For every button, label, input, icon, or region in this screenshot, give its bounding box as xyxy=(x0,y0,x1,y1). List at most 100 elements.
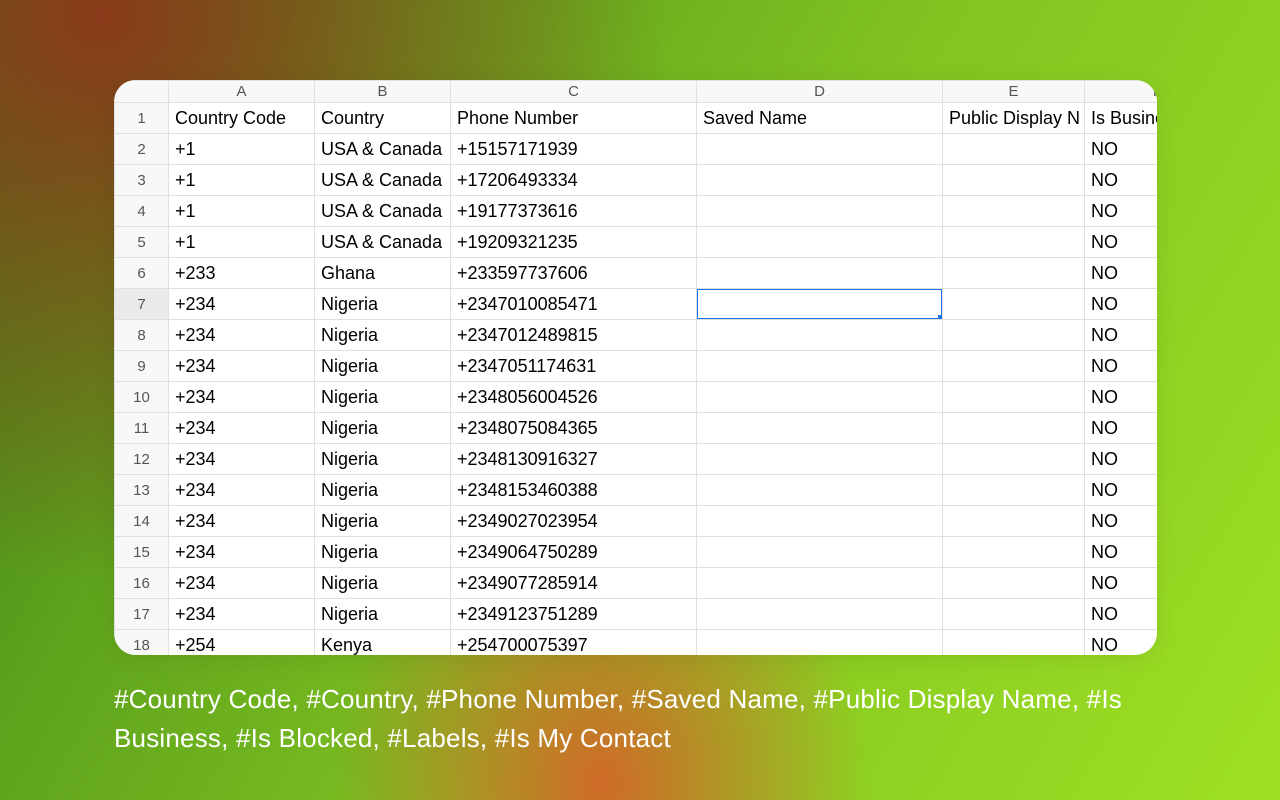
cell[interactable]: Nigeria xyxy=(315,537,451,568)
cell[interactable]: NO xyxy=(1085,444,1158,475)
cell[interactable]: +19209321235 xyxy=(451,227,697,258)
cell[interactable]: +254700075397 xyxy=(451,630,697,656)
row-header[interactable]: 1 xyxy=(115,103,169,134)
cell[interactable] xyxy=(943,568,1085,599)
cell[interactable]: Nigeria xyxy=(315,568,451,599)
cell[interactable] xyxy=(697,351,943,382)
row-header[interactable]: 3 xyxy=(115,165,169,196)
cell[interactable]: +234 xyxy=(169,382,315,413)
cell[interactable] xyxy=(697,599,943,630)
cell[interactable]: +19177373616 xyxy=(451,196,697,227)
cell[interactable]: +17206493334 xyxy=(451,165,697,196)
cell[interactable] xyxy=(697,475,943,506)
cell[interactable]: NO xyxy=(1085,320,1158,351)
cell[interactable]: +234 xyxy=(169,444,315,475)
cell[interactable]: +234 xyxy=(169,320,315,351)
cell[interactable] xyxy=(943,134,1085,165)
column-header-E[interactable]: E xyxy=(943,81,1085,103)
cell[interactable] xyxy=(943,382,1085,413)
cell[interactable]: +233 xyxy=(169,258,315,289)
row-header[interactable]: 17 xyxy=(115,599,169,630)
cell[interactable] xyxy=(697,444,943,475)
cell[interactable]: Nigeria xyxy=(315,475,451,506)
cell[interactable]: +234 xyxy=(169,568,315,599)
cell[interactable]: +1 xyxy=(169,134,315,165)
cell[interactable] xyxy=(943,196,1085,227)
row-header[interactable]: 8 xyxy=(115,320,169,351)
cell[interactable] xyxy=(697,258,943,289)
cell[interactable] xyxy=(943,320,1085,351)
cell[interactable]: Nigeria xyxy=(315,320,451,351)
column-header-A[interactable]: A xyxy=(169,81,315,103)
cell[interactable] xyxy=(697,630,943,656)
cell[interactable] xyxy=(943,258,1085,289)
cell[interactable]: +2349027023954 xyxy=(451,506,697,537)
cell[interactable]: +2348130916327 xyxy=(451,444,697,475)
row-header[interactable]: 6 xyxy=(115,258,169,289)
row-header[interactable]: 15 xyxy=(115,537,169,568)
cell[interactable]: +2349123751289 xyxy=(451,599,697,630)
cell[interactable]: NO xyxy=(1085,413,1158,444)
cell[interactable] xyxy=(697,568,943,599)
cell[interactable]: Nigeria xyxy=(315,382,451,413)
cell[interactable]: +2348056004526 xyxy=(451,382,697,413)
cell[interactable]: +2348075084365 xyxy=(451,413,697,444)
cell[interactable]: +2349077285914 xyxy=(451,568,697,599)
header-cell[interactable]: Phone Number xyxy=(451,103,697,134)
cell[interactable] xyxy=(943,413,1085,444)
cell[interactable]: +234 xyxy=(169,537,315,568)
selected-cell[interactable] xyxy=(697,289,943,320)
column-header-B[interactable]: B xyxy=(315,81,451,103)
cell[interactable] xyxy=(697,413,943,444)
cell[interactable] xyxy=(943,630,1085,656)
cell[interactable] xyxy=(697,227,943,258)
row-header[interactable]: 18 xyxy=(115,630,169,656)
cell[interactable] xyxy=(943,444,1085,475)
cell[interactable]: NO xyxy=(1085,258,1158,289)
cell[interactable]: NO xyxy=(1085,568,1158,599)
row-header[interactable]: 9 xyxy=(115,351,169,382)
spreadsheet[interactable]: ABCDEF1Country CodeCountryPhone NumberSa… xyxy=(114,80,1157,655)
cell[interactable]: +2347010085471 xyxy=(451,289,697,320)
cell[interactable]: USA & Canada xyxy=(315,196,451,227)
cell[interactable] xyxy=(697,537,943,568)
cell[interactable] xyxy=(943,227,1085,258)
cell[interactable] xyxy=(943,599,1085,630)
cell[interactable]: NO xyxy=(1085,475,1158,506)
cell[interactable]: +234 xyxy=(169,599,315,630)
cell[interactable]: USA & Canada xyxy=(315,227,451,258)
row-header[interactable]: 10 xyxy=(115,382,169,413)
cell[interactable]: NO xyxy=(1085,165,1158,196)
cell[interactable]: +1 xyxy=(169,227,315,258)
row-header[interactable]: 14 xyxy=(115,506,169,537)
cell[interactable] xyxy=(943,351,1085,382)
column-header-F[interactable]: F xyxy=(1085,81,1158,103)
cell[interactable] xyxy=(943,475,1085,506)
row-header[interactable]: 7 xyxy=(115,289,169,320)
header-cell[interactable]: Is Business? xyxy=(1085,103,1158,134)
cell[interactable]: USA & Canada xyxy=(315,165,451,196)
header-cell[interactable]: Country Code xyxy=(169,103,315,134)
cell[interactable]: +2349064750289 xyxy=(451,537,697,568)
header-cell[interactable]: Country xyxy=(315,103,451,134)
cell[interactable]: Nigeria xyxy=(315,506,451,537)
cell[interactable]: USA & Canada xyxy=(315,134,451,165)
cell[interactable]: +254 xyxy=(169,630,315,656)
row-header[interactable]: 16 xyxy=(115,568,169,599)
cell[interactable]: +2348153460388 xyxy=(451,475,697,506)
cell[interactable]: +1 xyxy=(169,196,315,227)
row-header[interactable]: 13 xyxy=(115,475,169,506)
cell[interactable]: NO xyxy=(1085,227,1158,258)
cell[interactable] xyxy=(943,165,1085,196)
row-header[interactable]: 11 xyxy=(115,413,169,444)
row-header[interactable]: 4 xyxy=(115,196,169,227)
cell[interactable] xyxy=(697,196,943,227)
cell[interactable] xyxy=(943,537,1085,568)
cell[interactable]: NO xyxy=(1085,134,1158,165)
header-cell[interactable]: Public Display N xyxy=(943,103,1085,134)
cell[interactable]: +234 xyxy=(169,506,315,537)
cell[interactable]: NO xyxy=(1085,289,1158,320)
cell[interactable] xyxy=(697,165,943,196)
cell[interactable]: NO xyxy=(1085,630,1158,656)
cell[interactable] xyxy=(697,320,943,351)
